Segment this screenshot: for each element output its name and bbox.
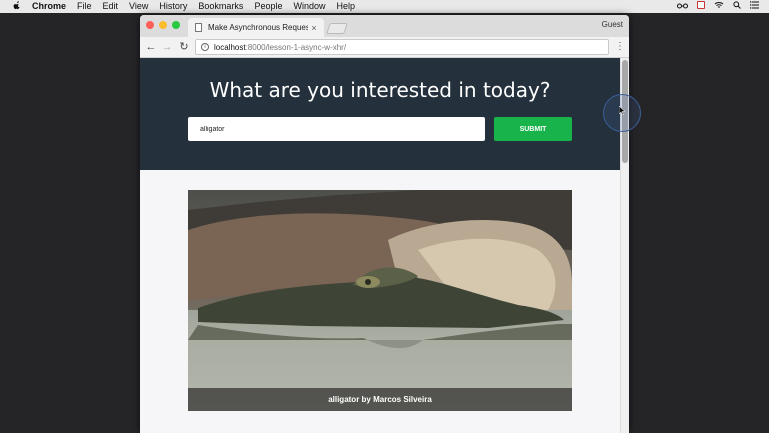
page-heading: What are you interested in today? bbox=[209, 78, 551, 102]
menu-bookmarks[interactable]: Bookmarks bbox=[198, 0, 243, 13]
page-viewport: What are you interested in today? SUBMIT bbox=[140, 58, 629, 433]
submit-button[interactable]: SUBMIT bbox=[494, 117, 572, 141]
menu-chrome[interactable]: Chrome bbox=[32, 0, 66, 13]
url-path: :8000/lesson-1-async-w-xhr/ bbox=[245, 42, 347, 52]
menu-window[interactable]: Window bbox=[293, 0, 325, 13]
tab-make-asynchronous-requests[interactable]: Make Asynchronous Requests × bbox=[188, 18, 324, 37]
site-info-icon[interactable]: i bbox=[201, 43, 209, 51]
browser-menu-icon[interactable]: ⋮ bbox=[615, 40, 625, 54]
tab-title: Make Asynchronous Requests bbox=[208, 23, 308, 32]
spotlight-search-icon[interactable] bbox=[733, 0, 741, 13]
new-tab-button[interactable] bbox=[326, 23, 348, 34]
macos-menubar: Chrome File Edit View History Bookmarks … bbox=[0, 0, 769, 13]
menu-edit[interactable]: Edit bbox=[103, 0, 119, 13]
mouse-cursor-icon bbox=[618, 105, 626, 118]
browser-window: Make Asynchronous Requests × Guest ← → ↻… bbox=[140, 15, 629, 433]
glasses-icon[interactable] bbox=[677, 0, 688, 13]
screen-record-icon[interactable] bbox=[697, 0, 705, 13]
search-input[interactable] bbox=[188, 117, 485, 141]
back-arrow-icon[interactable]: ← bbox=[144, 40, 158, 54]
apple-menu-icon[interactable] bbox=[10, 1, 24, 12]
reload-icon[interactable]: ↻ bbox=[177, 40, 191, 54]
wifi-icon[interactable] bbox=[714, 0, 724, 13]
menu-view[interactable]: View bbox=[129, 0, 148, 13]
alligator-photo bbox=[188, 190, 572, 411]
menu-help[interactable]: Help bbox=[336, 0, 355, 13]
tab-close-icon[interactable]: × bbox=[308, 23, 320, 33]
url-host: localhost bbox=[214, 42, 246, 52]
document-icon bbox=[195, 23, 202, 32]
menu-file[interactable]: File bbox=[77, 0, 92, 13]
notification-center-icon[interactable] bbox=[750, 0, 759, 13]
browser-toolbar: ← → ↻ i localhost :8000/lesson-1-async-w… bbox=[140, 37, 629, 58]
menu-history[interactable]: History bbox=[159, 0, 187, 13]
result-image-figure: alligator by Marcos Silveira bbox=[188, 190, 572, 411]
search-hero: What are you interested in today? SUBMIT bbox=[140, 58, 620, 170]
menu-people[interactable]: People bbox=[254, 0, 282, 13]
image-caption: alligator by Marcos Silveira bbox=[188, 388, 572, 411]
tab-strip: Make Asynchronous Requests × Guest bbox=[140, 15, 629, 37]
address-bar[interactable]: i localhost :8000/lesson-1-async-w-xhr/ bbox=[195, 39, 609, 55]
maximize-window-button[interactable] bbox=[172, 21, 180, 29]
menubar-status-icons bbox=[677, 0, 759, 13]
minimize-window-button[interactable] bbox=[159, 21, 167, 29]
close-window-button[interactable] bbox=[146, 21, 154, 29]
forward-arrow-icon[interactable]: → bbox=[160, 40, 174, 54]
profile-guest-label[interactable]: Guest bbox=[602, 20, 623, 29]
